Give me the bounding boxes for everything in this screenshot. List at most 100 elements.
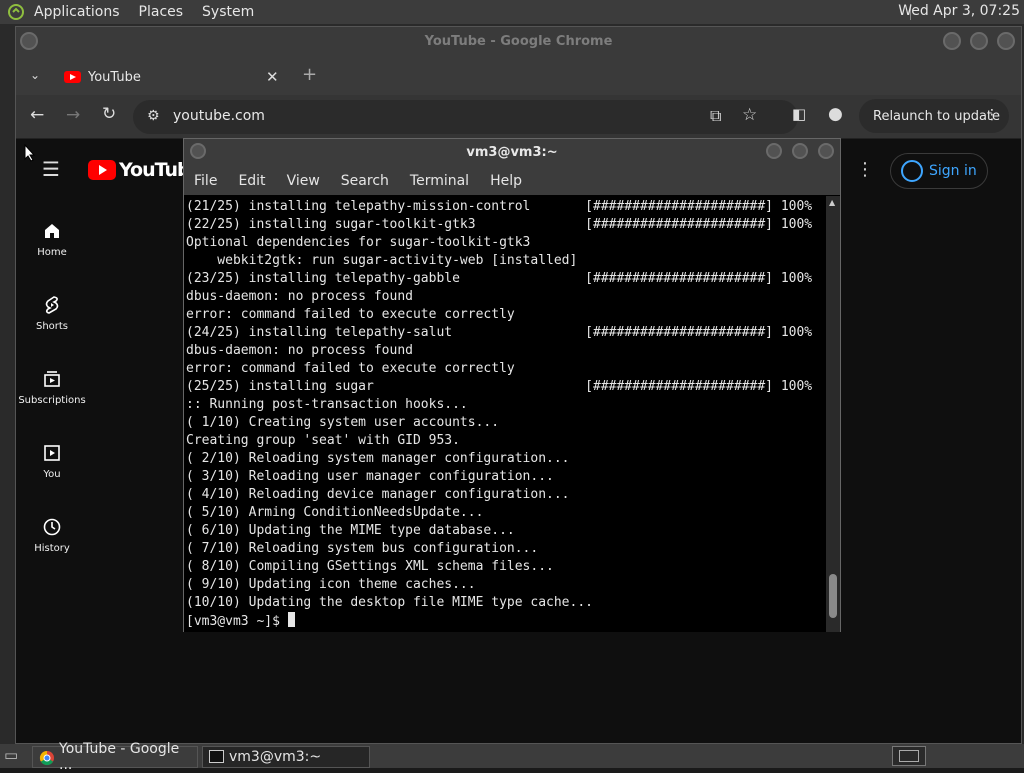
terminal-line: ( 1/10) Creating system user accounts... [186,415,500,430]
terminal-line: dbus-daemon: no process found [186,289,413,304]
new-tab-icon[interactable]: + [302,66,317,84]
terminal-line: (24/25) installing telepathy-salut [####… [186,325,813,340]
terminal-line: error: command failed to execute correct… [186,361,515,376]
workspace-1[interactable] [899,750,919,762]
url-text[interactable]: youtube.com [173,108,265,124]
distro-logo-icon[interactable] [5,1,27,23]
install-app-icon[interactable]: ⧉ [710,108,721,124]
terminal-scrollbar[interactable]: ▲ [826,196,840,632]
settings-more-icon[interactable]: ⋮ [856,161,874,179]
close-tab-icon[interactable]: ✕ [266,68,279,86]
close-window-button[interactable] [997,32,1015,50]
terminal-line: (23/25) installing telepathy-gabble [###… [186,271,813,286]
sidebar-item-history[interactable]: History [16,517,88,554]
terminal-menu-file[interactable]: File [194,173,217,189]
youtube-logo-icon [88,160,116,180]
terminal-window: vm3@vm3:~ File Edit View Search Terminal… [183,138,841,632]
terminal-prompt: [vm3@vm3 ~]$ [186,614,280,629]
terminal-minimize-button[interactable] [766,143,782,159]
account-circle-icon [901,160,923,182]
sidebar-item-label: You [43,469,61,480]
terminal-scrollbar-thumb[interactable] [829,574,837,618]
terminal-prompt-line[interactable]: [vm3@vm3 ~]$ [186,612,827,630]
terminal-app-icon [209,750,224,763]
tab-youtube[interactable]: YouTube ✕ [52,61,296,95]
terminal-line: (25/25) installing sugar [##############… [186,379,813,394]
terminal-output[interactable]: (21/25) installing telepathy-mission-con… [184,196,827,632]
terminal-line: (21/25) installing telepathy-mission-con… [186,199,813,214]
terminal-maximize-button[interactable] [792,143,808,159]
taskbar-item-label: YouTube - Google ... [59,741,180,773]
sidebar-item-subscriptions[interactable]: Subscriptions [16,369,88,406]
terminal-line: (10/10) Updating the desktop file MIME t… [186,595,593,610]
terminal-cursor [287,612,295,627]
terminal-line: ( 5/10) Arming ConditionNeedsUpdate... [186,505,484,520]
terminal-line: dbus-daemon: no process found [186,343,413,358]
history-icon [43,518,61,536]
shorts-icon [45,296,59,314]
minimize-button[interactable] [943,32,961,50]
terminal-titlebar[interactable]: vm3@vm3:~ [184,139,840,167]
terminal-line: ( 2/10) Reloading system manager configu… [186,451,570,466]
terminal-close-button[interactable] [818,143,834,159]
system-menu[interactable]: System [202,4,254,20]
relaunch-button[interactable]: Relaunch to update ⋮ [859,99,1009,133]
reload-icon[interactable]: ↻ [102,106,116,123]
forward-arrow-icon[interactable]: → [66,107,80,124]
terminal-line: ( 3/10) Reloading user manager configura… [186,469,554,484]
clock[interactable]: Wed Apr 3, 07:25 [898,3,1020,19]
sidebar-item-label: History [34,543,70,554]
subscriptions-icon [44,371,60,387]
taskbar-item-terminal[interactable]: vm3@vm3:~ [202,746,370,768]
chrome-titlebar[interactable]: YouTube - Google Chrome [16,27,1021,57]
terminal-menu-terminal[interactable]: Terminal [410,173,469,189]
sidebar-item-shorts[interactable]: Shorts [16,295,88,332]
terminal-line: Creating group 'seat' with GID 953. [186,433,460,448]
sidebar-item-you[interactable]: You [16,443,88,480]
terminal-line: ( 4/10) Reloading device manager configu… [186,487,570,502]
sign-in-label: Sign in [929,163,977,179]
terminal-menu-search[interactable]: Search [341,173,389,189]
chrome-window-title: YouTube - Google Chrome [424,34,613,49]
terminal-line: error: command failed to execute correct… [186,307,515,322]
terminal-line: ( 6/10) Updating the MIME type database.… [186,523,515,538]
side-panel-icon[interactable]: ◧ [792,107,806,122]
taskbar-item-chrome[interactable]: YouTube - Google ... [32,741,198,773]
terminal-menu-help[interactable]: Help [490,173,522,189]
sidebar-item-label: Home [37,247,67,258]
terminal-line: Optional dependencies for sugar-toolkit-… [186,235,531,250]
site-info-icon[interactable]: ⚙ [147,109,160,123]
back-arrow-icon[interactable]: ← [30,107,44,124]
profile-icon[interactable]: ● [828,106,843,123]
sidebar-item-home[interactable]: Home [16,221,88,258]
tab-strip: ⌄ YouTube ✕ + [16,57,1021,95]
applications-menu[interactable]: Applications [34,4,120,20]
tab-title: YouTube [88,70,141,85]
taskbar-item-label: vm3@vm3:~ [229,749,322,765]
hamburger-menu-icon[interactable]: ☰ [42,159,60,179]
terminal-line: ( 9/10) Updating icon theme caches... [186,577,476,592]
terminal-line: :: Running post-transaction hooks... [186,397,468,412]
relaunch-label: Relaunch to update [873,108,1001,124]
sidebar-item-label: Shorts [35,321,69,332]
places-menu[interactable]: Places [139,4,184,20]
sign-in-button[interactable]: Sign in [890,153,988,189]
bookmark-star-icon[interactable]: ☆ [742,107,757,124]
sidebar-item-label: Subscriptions [18,395,86,406]
omnibox[interactable]: ⚙ youtube.com ⧉ ☆ [133,100,798,134]
terminal-line: (22/25) installing sugar-toolkit-gtk3 [#… [186,217,813,232]
show-desktop-icon[interactable]: ▭ [4,748,18,763]
terminal-menu-view[interactable]: View [287,173,320,189]
maximize-button[interactable] [970,32,988,50]
scroll-up-arrow-icon[interactable]: ▲ [829,198,835,207]
terminal-menu-edit[interactable]: Edit [238,173,265,189]
terminal-line: webkit2gtk: run sugar-activity-web [inst… [186,253,578,268]
terminal-menubar: File Edit View Search Terminal Help [184,167,840,195]
workspace-switcher[interactable] [892,746,926,766]
tab-search-chevron-icon[interactable]: ⌄ [30,69,40,81]
chrome-toolbar: ← → ↻ ⚙ youtube.com ⧉ ☆ ◧ ● Relaunch to … [16,95,1021,139]
you-library-icon [44,445,60,461]
chrome-app-icon [39,750,54,766]
more-menu-icon[interactable]: ⋮ [985,107,999,123]
top-panel: Applications Places System Wed Apr 3, 07… [0,0,1024,24]
